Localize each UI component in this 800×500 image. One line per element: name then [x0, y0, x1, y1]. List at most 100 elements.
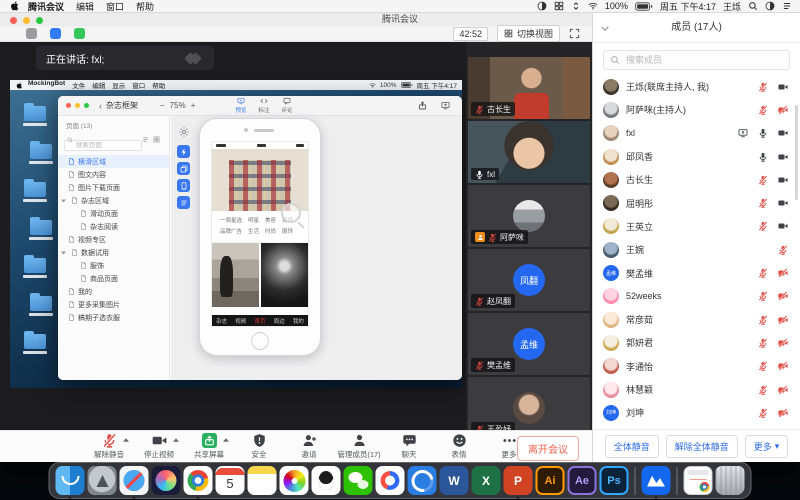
- toolbar-chat-button[interactable]: 聊天: [384, 433, 434, 460]
- phone-tab-杂志[interactable]: 杂志: [216, 317, 227, 325]
- sidebar-page-item[interactable]: 图片下载页面: [58, 181, 169, 194]
- sidebar-page-item[interactable]: 视频专区: [58, 233, 169, 246]
- member-row[interactable]: 刘坤刘坤: [593, 401, 800, 424]
- dock-chrome-icon[interactable]: [184, 466, 213, 495]
- dock-powerpoint-icon[interactable]: P: [504, 466, 533, 495]
- control-center-icon[interactable]: [765, 1, 775, 11]
- apple-logo-icon[interactable]: [10, 1, 20, 11]
- collapse-panel-icon[interactable]: [600, 25, 610, 32]
- member-row[interactable]: 林慧颖: [593, 378, 800, 401]
- share-export-icon[interactable]: [418, 101, 427, 110]
- sidebar-page-item[interactable]: 我的: [58, 285, 169, 298]
- desktop-folder-icon[interactable]: [28, 144, 54, 164]
- desktop-folder-icon[interactable]: [28, 296, 54, 316]
- video-tile-赵凤翻[interactable]: 凤翻赵凤翻: [468, 249, 590, 311]
- status-circle-icon[interactable]: [537, 1, 547, 11]
- spotlight-search-icon[interactable]: [748, 1, 758, 11]
- list-tool-icon[interactable]: [177, 196, 190, 209]
- desktop-folder-icon[interactable]: [22, 182, 48, 202]
- phone-tab-我的[interactable]: 我的: [293, 317, 304, 325]
- member-row[interactable]: 王婉: [593, 238, 800, 261]
- member-row[interactable]: 郭妍君: [593, 331, 800, 354]
- sidebar-page-item[interactable]: 数据试用: [58, 246, 169, 259]
- status-updown-icon[interactable]: [571, 1, 581, 11]
- mb-minimize-button[interactable]: [75, 103, 80, 108]
- minimize-window-button[interactable]: [23, 17, 30, 24]
- dock-photos-icon[interactable]: [280, 466, 309, 495]
- member-row[interactable]: fxl: [593, 122, 800, 145]
- leave-meeting-button[interactable]: 离开会议: [517, 436, 579, 461]
- menu-item[interactable]: 窗口: [106, 0, 124, 13]
- phone-tab-周边[interactable]: 周边: [274, 317, 285, 325]
- member-row[interactable]: 常彦茹: [593, 308, 800, 331]
- dock-chromewin-icon[interactable]: [684, 466, 713, 495]
- phone-tab-首页[interactable]: 首页: [254, 317, 265, 325]
- unmute-all-button[interactable]: 解除全体静音: [666, 435, 738, 458]
- category-link[interactable]: 生活: [248, 227, 259, 238]
- quick-green-icon[interactable]: [74, 28, 85, 39]
- desktop-folder-icon[interactable]: [22, 258, 48, 278]
- member-search-input[interactable]: [603, 50, 790, 70]
- member-row[interactable]: 邱凤香: [593, 145, 800, 168]
- more-button[interactable]: 更多▾: [745, 435, 789, 458]
- video-tile-阿萨咪[interactable]: 阿萨咪: [468, 185, 590, 247]
- mb-zoom-button[interactable]: [84, 103, 89, 108]
- mute-all-button[interactable]: 全体静音: [605, 435, 659, 458]
- device-tool-icon[interactable]: [177, 179, 190, 192]
- video-tile-fxl[interactable]: fxl: [468, 121, 590, 183]
- switch-view-button[interactable]: 切换视图: [497, 25, 560, 42]
- dock-finder-icon[interactable]: [56, 466, 85, 495]
- phone-tab-视频[interactable]: 视频: [235, 317, 246, 325]
- dock-illustrator-icon[interactable]: Ai: [536, 466, 565, 495]
- dock-safari-icon[interactable]: [120, 466, 149, 495]
- member-row[interactable]: 王烁(联席主持人, 我): [593, 75, 800, 98]
- sidebar-page-item[interactable]: 横滑区域: [58, 155, 169, 168]
- dock-trash-icon[interactable]: [716, 466, 745, 495]
- menu-app[interactable]: 腾讯会议: [28, 0, 64, 13]
- video-tile-古长生[interactable]: 古长生: [468, 57, 590, 119]
- zoom-out-button[interactable]: −: [160, 101, 165, 110]
- toolbar-camera-button[interactable]: 停止视频: [134, 433, 184, 460]
- category-link[interactable]: 品牌广告: [220, 227, 242, 238]
- layers-tool-icon[interactable]: [177, 162, 190, 175]
- fullscreen-icon[interactable]: [569, 28, 580, 39]
- sidebar-page-item[interactable]: 服饰: [58, 259, 169, 272]
- zoom-in-button[interactable]: +: [191, 101, 196, 110]
- category-link[interactable]: 美容: [265, 216, 276, 227]
- member-list-scrollbar[interactable]: [795, 105, 798, 200]
- dock-meeting-icon[interactable]: [642, 466, 671, 495]
- presentation-icon[interactable]: [441, 101, 450, 110]
- category-link[interactable]: 明星: [248, 216, 259, 227]
- member-row[interactable]: 李通怡: [593, 355, 800, 378]
- dock-photoshop-icon[interactable]: Ps: [600, 466, 629, 495]
- sidebar-page-item[interactable]: 图文内容: [58, 168, 169, 181]
- sidebar-page-item[interactable]: 稿期子选衣服: [58, 311, 169, 324]
- menubar-clock[interactable]: 周五 下午4:17: [660, 0, 716, 13]
- sidebar-page-item[interactable]: 杂志区域: [58, 194, 169, 207]
- quick-gray-icon[interactable]: [26, 28, 37, 39]
- desktop-folder-icon[interactable]: [22, 106, 48, 126]
- back-button[interactable]: ‹: [99, 101, 102, 111]
- sidebar-page-item[interactable]: 更多采集图片: [58, 298, 169, 311]
- menubar-username[interactable]: 王烁: [723, 0, 741, 13]
- dock-launchpad-icon[interactable]: [88, 466, 117, 495]
- page-search-input[interactable]: [64, 140, 142, 151]
- dock-firefox-icon[interactable]: [152, 466, 181, 495]
- member-row[interactable]: 孟维樊孟维: [593, 261, 800, 284]
- desktop-folder-icon[interactable]: [22, 334, 48, 354]
- menu-item[interactable]: 帮助: [136, 0, 154, 13]
- category-link[interactable]: 时尚: [265, 227, 276, 238]
- dock-wechat-icon[interactable]: [344, 466, 373, 495]
- dock-excel-icon[interactable]: X: [472, 466, 501, 495]
- video-tile-樊孟维[interactable]: 孟维樊孟维: [468, 313, 590, 375]
- grid-view-icon[interactable]: [153, 136, 160, 143]
- home-button[interactable]: [251, 332, 269, 350]
- dock-aftereffects-icon[interactable]: Ae: [568, 466, 597, 495]
- status-grid-icon[interactable]: [554, 1, 564, 11]
- list-view-icon[interactable]: [142, 136, 149, 143]
- dock-docs-icon[interactable]: [376, 466, 405, 495]
- close-window-button[interactable]: [10, 17, 17, 24]
- sidebar-page-item[interactable]: 商品页面: [58, 272, 169, 285]
- sidebar-page-item[interactable]: 杂志阅读: [58, 220, 169, 233]
- dock-notes-icon[interactable]: [248, 466, 277, 495]
